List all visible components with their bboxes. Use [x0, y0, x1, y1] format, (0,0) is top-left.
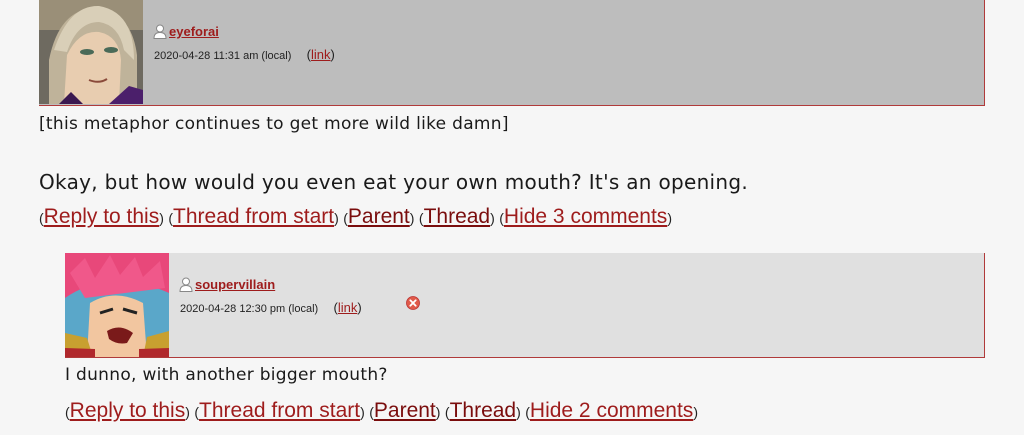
- hide-comments-link[interactable]: Hide 2 comments: [530, 399, 693, 422]
- comment-meta: eyeforai 2020-04-28 11:31 am (local) (li…: [143, 0, 984, 105]
- username-link[interactable]: soupervillain: [195, 277, 275, 292]
- comment-body-line: I dunno, with another bigger mouth?: [65, 365, 388, 385]
- comment-actions: (Reply to this) (Thread from start) (Par…: [39, 205, 672, 228]
- thread-link[interactable]: Thread: [450, 399, 517, 422]
- timestamp-row: 2020-04-28 12:30 pm (local) (link): [180, 300, 362, 315]
- comment-body-line: [this metaphor continues to get more wil…: [39, 114, 509, 134]
- thread-from-start-link[interactable]: Thread from start: [173, 205, 334, 228]
- comment-header: eyeforai 2020-04-28 11:31 am (local) (li…: [39, 0, 985, 106]
- reply-link[interactable]: Reply to this: [70, 399, 186, 422]
- avatar[interactable]: [65, 253, 169, 357]
- thread-from-start-link[interactable]: Thread from start: [199, 399, 360, 422]
- user-icon: [179, 277, 193, 292]
- hide-comments-link[interactable]: Hide 3 comments: [504, 205, 667, 228]
- timestamp: 2020-04-28 12:30 pm (local): [180, 303, 319, 315]
- permalink[interactable]: link: [311, 47, 331, 62]
- timestamp: 2020-04-28 11:31 am (local): [154, 50, 292, 62]
- avatar[interactable]: [39, 0, 143, 104]
- thread-link[interactable]: Thread: [424, 205, 491, 228]
- username-link[interactable]: eyeforai: [169, 24, 219, 39]
- parent-link[interactable]: Parent: [348, 205, 410, 228]
- comment-body-line: Okay, but how would you even eat your ow…: [39, 170, 749, 194]
- delete-icon[interactable]: [406, 296, 420, 310]
- parent-link[interactable]: Parent: [374, 399, 436, 422]
- user-row: eyeforai: [153, 24, 219, 39]
- comment-header: soupervillain 2020-04-28 12:30 pm (local…: [65, 253, 985, 358]
- reply-link[interactable]: Reply to this: [44, 205, 160, 228]
- user-icon: [153, 24, 167, 39]
- timestamp-row: 2020-04-28 11:31 am (local) (link): [154, 47, 335, 62]
- comment-actions: (Reply to this) (Thread from start) (Par…: [65, 399, 698, 422]
- user-row: soupervillain: [179, 277, 275, 292]
- permalink[interactable]: link: [338, 300, 358, 315]
- comment-meta: soupervillain 2020-04-28 12:30 pm (local…: [169, 253, 984, 357]
